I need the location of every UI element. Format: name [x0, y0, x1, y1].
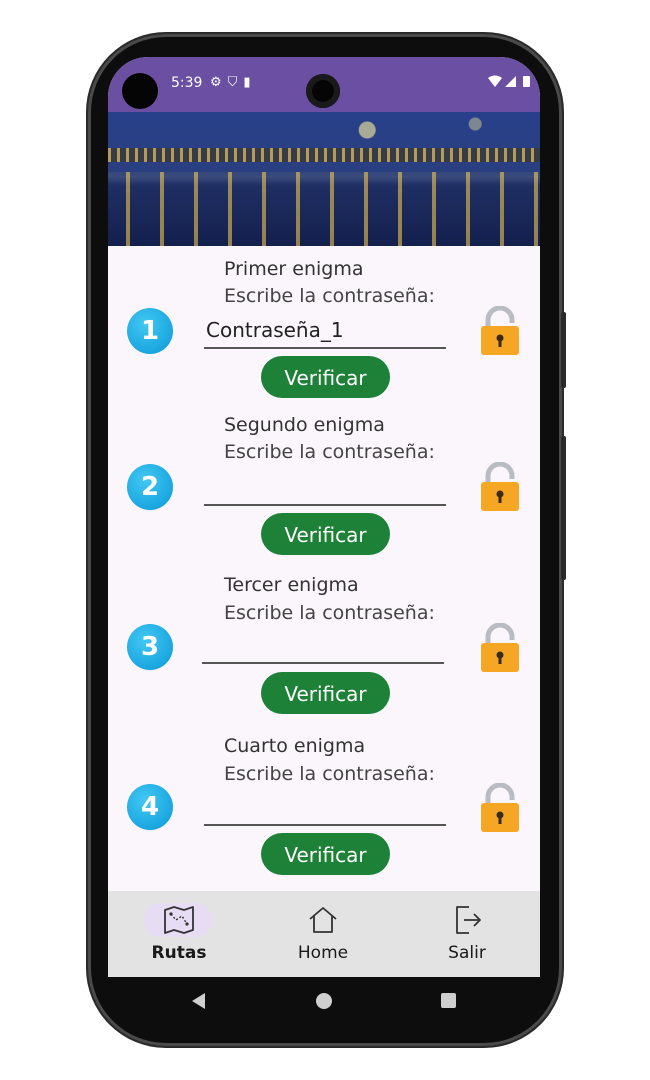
recents-icon[interactable] — [441, 993, 456, 1008]
enigma-prompt: Escribe la contraseña: — [224, 602, 435, 624]
nav-item-rutas[interactable]: Rutas — [124, 891, 234, 977]
verify-button-1[interactable]: Verificar — [261, 356, 390, 398]
status-left-icons: ⚙⛉▮ — [210, 75, 257, 90]
sim-card-icon: ▮ — [243, 75, 257, 90]
enigma-title: Cuarto enigma — [224, 735, 366, 757]
front-camera — [306, 74, 340, 108]
starry-night-banner — [108, 112, 540, 246]
map-icon — [164, 906, 194, 934]
enigma-prompt: Escribe la contraseña: — [224, 763, 435, 785]
back-icon[interactable] — [192, 993, 205, 1009]
volume-button — [561, 436, 566, 580]
lock-icon — [481, 462, 519, 511]
password-input-4[interactable] — [204, 790, 446, 826]
enigma-prompt: Escribe la contraseña: — [224, 441, 435, 463]
enigma-title: Segundo enigma — [224, 414, 385, 436]
nav-label-salir: Salir — [448, 943, 486, 963]
number-badge-2: 2 — [127, 464, 173, 510]
verify-button-2[interactable]: Verificar — [261, 513, 390, 555]
lock-icon — [481, 306, 519, 355]
number-badge-4: 4 — [127, 784, 173, 830]
enigma-title: Tercer enigma — [224, 574, 359, 596]
status-right-icons — [488, 75, 532, 93]
system-navigation-bar — [108, 977, 540, 1025]
nav-label-home: Home — [297, 943, 349, 963]
logout-icon — [456, 906, 481, 934]
verify-button-4[interactable]: Verificar — [261, 833, 390, 875]
wifi-signal-battery-icon — [488, 75, 530, 87]
front-camera-left — [122, 73, 158, 109]
status-time: 5:39 — [171, 75, 203, 91]
status-bar: 5:39 ⚙⛉▮ — [108, 57, 540, 112]
shield-icon: ⛉ — [227, 75, 244, 90]
home-circle-icon[interactable] — [316, 993, 332, 1009]
password-input-1[interactable] — [204, 313, 446, 349]
app-screen: 5:39 ⚙⛉▮ Primer enigma Escribe la contra… — [108, 57, 540, 977]
nav-label-rutas: Rutas — [151, 943, 207, 963]
power-button — [561, 312, 566, 388]
number-badge-3: 3 — [127, 624, 173, 670]
lock-icon — [481, 623, 519, 672]
password-input-2[interactable] — [204, 470, 446, 506]
lock-icon — [481, 783, 519, 832]
verify-button-3[interactable]: Verificar — [261, 672, 390, 714]
home-icon — [309, 907, 337, 933]
number-badge-1: 1 — [127, 308, 173, 354]
bottom-navigation: Rutas Home Salir — [108, 891, 540, 977]
gear-icon: ⚙ — [210, 75, 228, 90]
nav-item-salir[interactable]: Salir — [412, 891, 522, 977]
nav-item-home[interactable]: Home — [268, 891, 378, 977]
enigma-title: Primer enigma — [224, 258, 364, 280]
banner-shore-lights — [108, 148, 540, 162]
password-input-3[interactable] — [202, 628, 444, 664]
enigma-prompt: Escribe la contraseña: — [224, 285, 435, 307]
banner-sky — [108, 112, 540, 172]
